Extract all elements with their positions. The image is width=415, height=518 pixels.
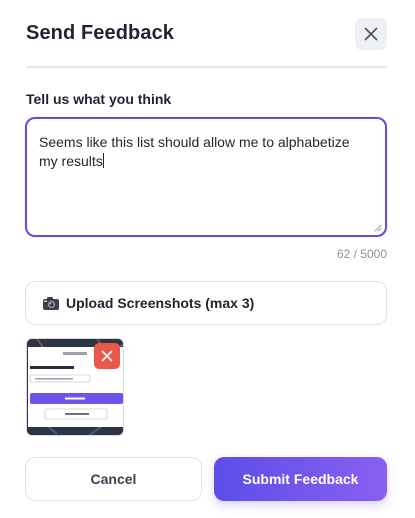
cancel-button[interactable]: Cancel: [25, 457, 202, 501]
dialog-header: Send Feedback: [26, 0, 387, 68]
close-button[interactable]: [355, 18, 387, 50]
char-count: 62 / 5000: [336, 247, 387, 261]
resize-grip-icon[interactable]: [374, 224, 382, 232]
send-feedback-dialog: Send Feedback Tell us what you think See…: [0, 0, 415, 518]
feedback-text: Seems like this list should allow me to …: [39, 133, 369, 171]
remove-screenshot-button[interactable]: [94, 343, 120, 369]
feedback-textarea[interactable]: Seems like this list should allow me to …: [25, 117, 387, 237]
close-icon: [364, 27, 378, 41]
feedback-value: Seems like this list should allow me to …: [39, 134, 354, 169]
camera-icon: [43, 296, 59, 310]
upload-screenshots-button[interactable]: Upload Screenshots (max 3): [25, 281, 387, 325]
feedback-label: Tell us what you think: [26, 91, 172, 107]
submit-feedback-button[interactable]: Submit Feedback: [214, 457, 387, 501]
dialog-title: Send Feedback: [26, 22, 175, 44]
upload-label: Upload Screenshots (max 3): [66, 295, 255, 311]
close-icon: [101, 350, 113, 362]
text-caret: [102, 153, 104, 168]
